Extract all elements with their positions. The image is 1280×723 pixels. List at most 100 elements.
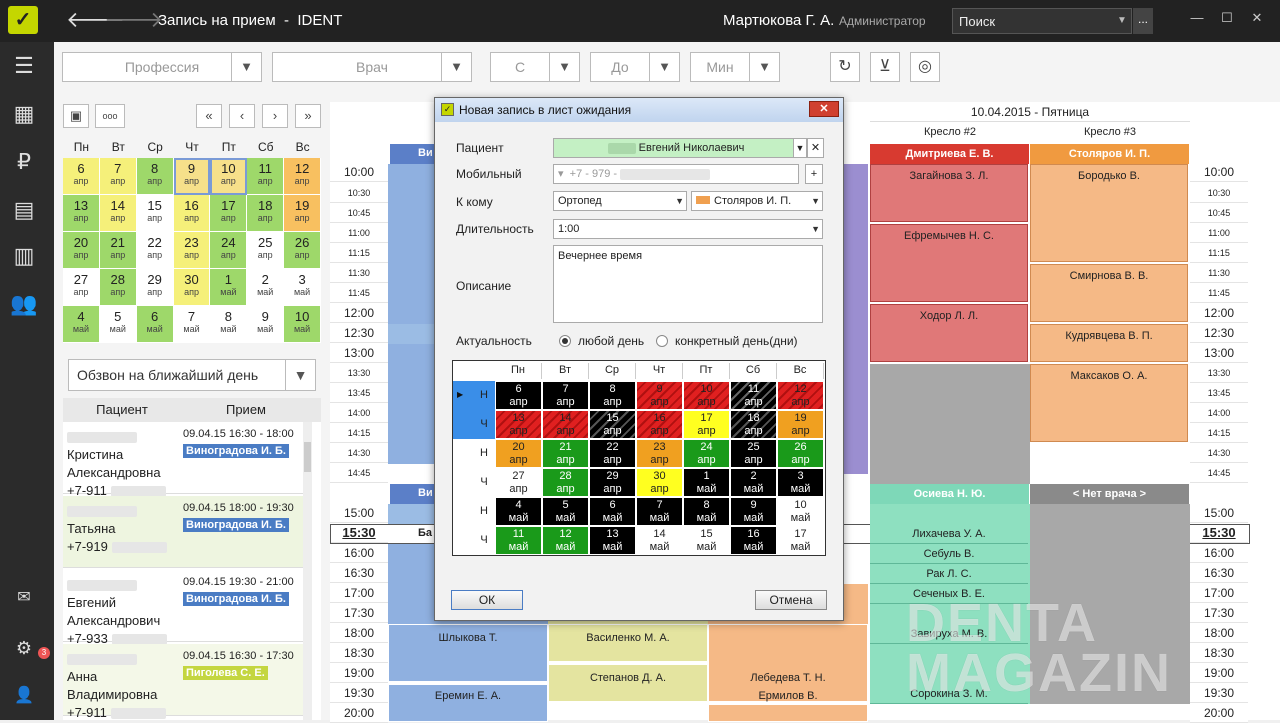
calendar-day[interactable]: 12 апр bbox=[284, 158, 322, 195]
availability-day[interactable]: 6 апр bbox=[495, 381, 542, 410]
gear-icon[interactable]: ⚙ bbox=[8, 632, 40, 664]
chevron-down-icon[interactable]: ▼ bbox=[231, 53, 261, 81]
availability-day[interactable]: 15 май bbox=[683, 526, 730, 555]
description-textarea[interactable]: Вечернее время bbox=[553, 245, 823, 323]
calendar-day[interactable]: 11 апр bbox=[247, 158, 285, 195]
availability-day[interactable]: 26 апр bbox=[777, 439, 824, 468]
waitlist-mode-select[interactable]: Обзвон на ближайший день ▼ bbox=[68, 359, 316, 391]
calendar-day[interactable]: 3 май bbox=[284, 269, 322, 306]
report-chart-icon[interactable]: ▥ bbox=[8, 240, 40, 272]
availability-day[interactable]: 9 май bbox=[730, 497, 777, 526]
next-month-icon[interactable]: » bbox=[295, 104, 321, 128]
availability-day[interactable]: 16 май bbox=[730, 526, 777, 555]
calendar-day[interactable]: 19 апр bbox=[284, 195, 322, 232]
appointment[interactable]: Загайнова З. Л. bbox=[870, 164, 1028, 222]
maximize-icon[interactable]: ☐ bbox=[1218, 10, 1236, 28]
calendar-day[interactable]: 2 май bbox=[247, 269, 285, 306]
appointment[interactable]: Рак Л. С. bbox=[870, 564, 1028, 584]
calendar-day[interactable]: 20 апр bbox=[63, 232, 100, 269]
ok-button[interactable]: ОК bbox=[451, 590, 523, 610]
doctor-header[interactable]: Столяров И. П. bbox=[1030, 144, 1189, 164]
specialty-select[interactable]: Ортопед ▼ bbox=[553, 191, 687, 211]
availability-day[interactable]: 22 апр bbox=[589, 439, 636, 468]
calendar-day[interactable]: 23 апр bbox=[173, 232, 211, 269]
calendar-day[interactable]: 6 апр bbox=[63, 158, 100, 195]
calendar-day[interactable]: 1 май bbox=[210, 269, 248, 306]
calculator-icon[interactable]: ▤ bbox=[8, 194, 40, 226]
patient-field[interactable]: Евгений Николаевич bbox=[553, 138, 795, 158]
close-icon[interactable]: ✕ bbox=[809, 101, 839, 117]
availability-day[interactable]: 3 май bbox=[777, 468, 824, 497]
availability-day[interactable]: 23 апр bbox=[636, 439, 683, 468]
calendar-day[interactable]: 15 апр bbox=[136, 195, 174, 232]
app-logo-icon[interactable]: ✓ bbox=[8, 6, 38, 34]
doctor-select[interactable]: Столяров И. П. ▼ bbox=[691, 191, 823, 211]
availability-day[interactable]: 8 апр bbox=[589, 381, 636, 410]
availability-day[interactable]: 14 май bbox=[636, 526, 683, 555]
calendar-day[interactable]: 24 апр bbox=[210, 232, 248, 269]
users-icon[interactable]: 👥 bbox=[8, 288, 40, 320]
availability-day[interactable]: 13 апр bbox=[495, 410, 542, 439]
current-user[interactable]: Мартюкова Г. А. bbox=[723, 12, 834, 29]
appointment[interactable]: Себуль В. bbox=[870, 544, 1028, 564]
calendar-day[interactable]: 22 апр bbox=[136, 232, 174, 269]
availability-day[interactable]: 18 апр bbox=[730, 410, 777, 439]
doctor-select[interactable]: Врач ▼ bbox=[272, 52, 472, 82]
calendar-day[interactable]: 17 апр bbox=[210, 195, 248, 232]
availability-day[interactable]: 10 апр bbox=[683, 381, 730, 410]
cancel-button[interactable]: Отмена bbox=[755, 590, 827, 610]
calendar-day[interactable]: 25 апр bbox=[247, 232, 285, 269]
calendar-day[interactable]: 13 апр bbox=[63, 195, 100, 232]
calendar-icon[interactable]: ▦ bbox=[8, 98, 40, 130]
chevron-down-icon[interactable]: ▼ bbox=[549, 53, 579, 81]
calendar-day[interactable]: 4 май bbox=[63, 306, 100, 343]
availability-day[interactable]: 10 май bbox=[777, 497, 824, 526]
list-icon[interactable]: ☰ bbox=[8, 50, 40, 82]
clear-icon[interactable]: ✕ bbox=[807, 138, 824, 158]
minutes-select[interactable]: Мин ▼ bbox=[690, 52, 780, 82]
calendar-more-icon[interactable]: ooo bbox=[95, 104, 125, 128]
time-to-select[interactable]: До ▼ bbox=[590, 52, 680, 82]
availability-day[interactable]: 17 апр bbox=[683, 410, 730, 439]
mobile-field[interactable]: ▾ +7 - 979 - bbox=[553, 164, 799, 184]
calendar-day[interactable]: 6 май bbox=[136, 306, 174, 343]
doctor-header[interactable]: Дмитриева Е. В. bbox=[870, 144, 1029, 164]
availability-day[interactable]: 17 май bbox=[777, 526, 824, 555]
availability-day[interactable]: 19 апр bbox=[777, 410, 824, 439]
calendar-day[interactable]: 27 апр bbox=[63, 269, 100, 306]
search-input[interactable]: Поиск bbox=[952, 8, 1132, 34]
refresh-icon[interactable]: ↻ bbox=[830, 52, 860, 82]
availability-day[interactable]: 30 апр bbox=[636, 468, 683, 497]
calendar-day[interactable]: 8 апр bbox=[136, 158, 174, 195]
availability-day[interactable]: 9 апр bbox=[636, 381, 683, 410]
chevron-down-icon[interactable]: ▼ bbox=[649, 53, 679, 81]
prev-month-icon[interactable]: « bbox=[196, 104, 222, 128]
availability-day[interactable]: 1 май bbox=[683, 468, 730, 497]
appointment[interactable]: Ефремычев Н. С. bbox=[870, 224, 1028, 302]
availability-day[interactable]: 7 май bbox=[636, 497, 683, 526]
calendar-day[interactable]: 5 май bbox=[99, 306, 137, 343]
appointment[interactable]: Смирнова В. В. bbox=[1030, 264, 1188, 322]
user-icon[interactable]: 👤 bbox=[8, 680, 40, 712]
calendar-day[interactable]: 7 апр bbox=[99, 158, 137, 195]
availability-day[interactable]: 2 май bbox=[730, 468, 777, 497]
availability-day[interactable]: 24 апр bbox=[683, 439, 730, 468]
any-day-radio[interactable] bbox=[559, 335, 571, 347]
calendar-day[interactable]: 14 апр bbox=[99, 195, 137, 232]
calendar-day[interactable]: 9 май bbox=[247, 306, 285, 343]
clear-filter-icon[interactable]: ⊻ bbox=[870, 52, 900, 82]
chevron-down-icon[interactable]: ▼ bbox=[793, 138, 807, 158]
calendar-day[interactable]: 16 апр bbox=[173, 195, 211, 232]
chevron-down-icon[interactable]: ▼ bbox=[441, 53, 471, 81]
availability-day[interactable]: 6 май bbox=[589, 497, 636, 526]
availability-day[interactable]: 16 апр bbox=[636, 410, 683, 439]
chevron-down-icon[interactable]: ▼ bbox=[285, 360, 315, 390]
prev-week-icon[interactable]: ‹ bbox=[229, 104, 255, 128]
calendar-day[interactable]: 28 апр bbox=[99, 269, 137, 306]
availability-day[interactable]: 29 апр bbox=[589, 468, 636, 497]
calendar-today-icon[interactable]: ▣ bbox=[63, 104, 89, 128]
duration-select[interactable]: 1:00 ▼ bbox=[553, 219, 823, 239]
availability-day[interactable]: 11 май bbox=[495, 526, 542, 555]
waitlist-scrollbar[interactable] bbox=[303, 422, 312, 720]
calendar-day[interactable]: 7 май bbox=[173, 306, 211, 343]
